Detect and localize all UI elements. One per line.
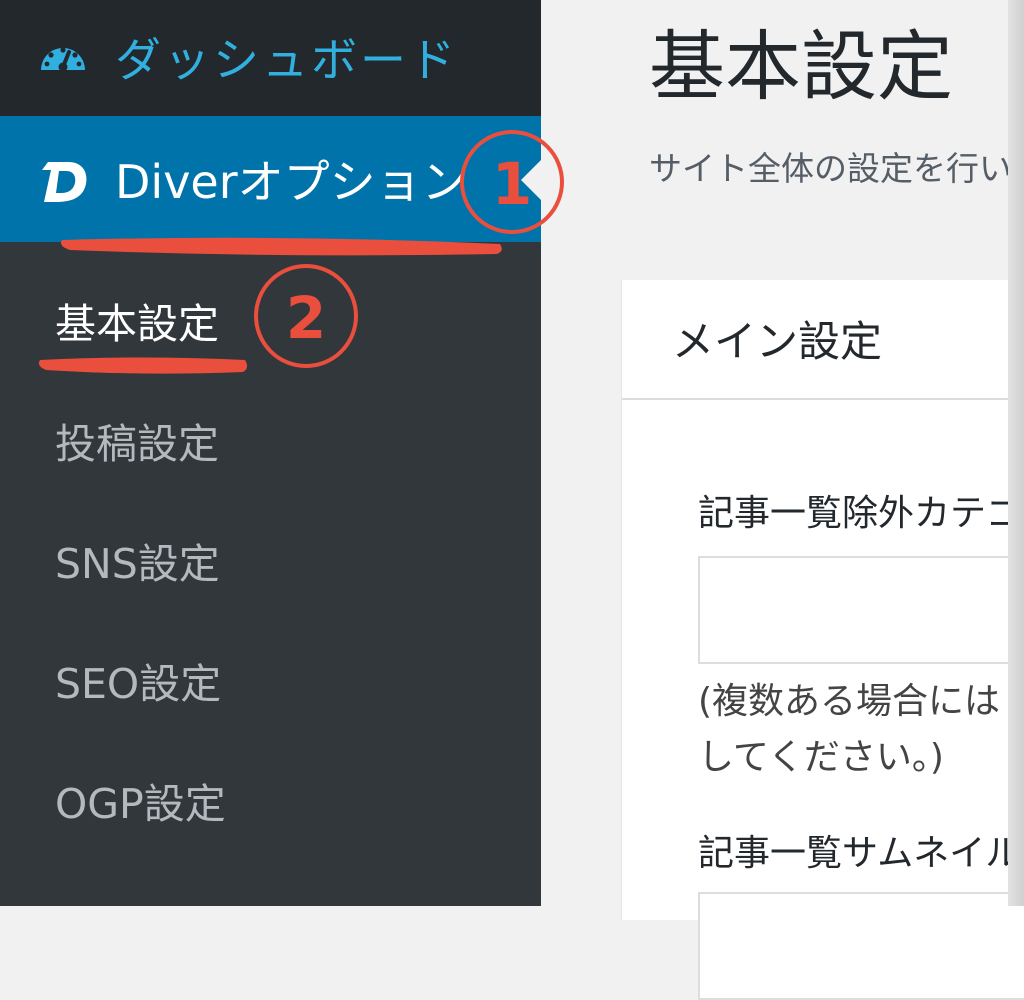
excluded-category-help-line2: してください。) [698,737,944,778]
settings-card: メイン設定 記事一覧除外カテゴ (複数ある場合には してください。) 記事一覧サ… [621,280,1024,1000]
excluded-category-input[interactable] [698,556,1024,664]
page-description: サイト全体の設定を行い [649,149,1012,188]
card-header: メイン設定 [622,280,1024,400]
annotation-number-2: 2 [285,284,327,352]
page-title: 基本設定 [649,22,953,111]
submenu-sns-settings[interactable]: SNS設定 [55,536,220,592]
card-title: メイン設定 [672,317,883,366]
window-scroll-edge [1008,0,1024,906]
menu-item-dashboard[interactable]: ダッシュボード [0,0,541,116]
diver-options-label: Diverオプション [115,155,468,209]
excluded-category-label: 記事一覧除外カテゴ [698,493,1023,534]
submenu-basic-settings[interactable]: 基本設定 [55,296,219,352]
thumbnail-setting-label: 記事一覧サムネイル [698,833,1022,874]
submenu-post-settings[interactable]: 投稿設定 [55,416,219,472]
submenu-seo-settings[interactable]: SEO設定 [55,656,221,712]
dashboard-gauge-icon [41,47,85,72]
excluded-category-help-line1: (複数ある場合には [698,681,1001,722]
diver-logo-icon [42,162,87,202]
admin-sidebar: ダッシュボード Diverオプション 基本設定 投稿設定 SNS設定 SEO設定… [0,0,541,906]
submenu-ogp-settings[interactable]: OGP設定 [55,776,226,832]
dashboard-label: ダッシュボード [115,33,458,87]
thumbnail-setting-input[interactable] [698,892,1024,1000]
annotation-number-1: 1 [491,150,533,218]
main-content: 基本設定 サイト全体の設定を行い メイン設定 記事一覧除外カテゴ (複数ある場合… [541,0,1024,1000]
